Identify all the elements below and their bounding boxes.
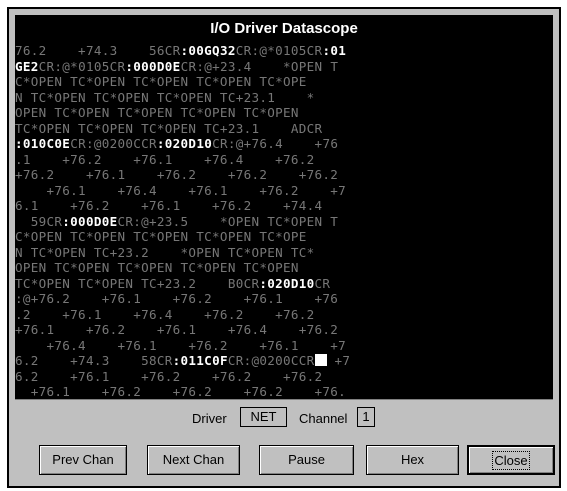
window-title: I/O Driver Datascope (15, 15, 553, 43)
scope-line: 6.1 +76.2 +76.1 +76.2 +74.4 (15, 198, 553, 214)
scope-text: CR (298, 353, 315, 368)
scope-highlight-text: :010C0E (15, 136, 71, 151)
scope-text: +7 (326, 353, 351, 368)
datascope-window: I/O Driver Datascope 76.2 +74.3 56CR:00G… (7, 7, 561, 488)
close-button-label: Close (492, 451, 530, 470)
scope-text: OPEN TC*OPEN TC*OPEN TC*OPEN TC*OPEN (15, 105, 299, 120)
scope-line: C*OPEN TC*OPEN TC*OPEN TC*OPEN TC*OPE (15, 74, 553, 90)
scope-text: CR (109, 58, 126, 74)
scope-text: CR (306, 120, 323, 136)
scope-text: TC*OPEN TC*OPEN TC*OPEN TC+23.1 AD (15, 120, 307, 136)
hex-button[interactable]: Hex (366, 445, 459, 475)
scope-text: CR (156, 353, 173, 368)
scope-highlight-text: :000D0E (62, 213, 118, 229)
scope-line: 1 +76.2 +76.1 +76.2 +76.2 + (15, 400, 553, 401)
scope-line: TC*OPEN TC*OPEN TC+23.2 B0CR:020D10CR (15, 276, 553, 292)
scope-line: TC*OPEN TC*OPEN TC*OPEN TC+23.1 ADCR (15, 121, 553, 137)
scope-text: :@+76.2 +76.1 +76.2 +76.1 +76 (15, 291, 339, 306)
scope-text: CR (227, 353, 244, 368)
scope-line: N TC*OPEN TC*OPEN TC*OPEN TC+23.1 * (15, 90, 553, 106)
scope-text: :@*0105 (251, 43, 307, 58)
scope-text: CR (306, 43, 323, 58)
scope-highlight-text: GE2 (15, 58, 39, 74)
scope-line: OPEN TC*OPEN TC*OPEN TC*OPEN TC*OPEN (15, 105, 553, 121)
scope-line: C*OPEN TC*OPEN TC*OPEN TC*OPEN TC*OPE (15, 229, 553, 245)
scope-text: N TC*OPEN TC*OPEN TC*OPEN TC+23.1 * (15, 89, 315, 105)
scope-line: .2 +76.1 +76.4 +76.2 +76.2 (15, 307, 553, 323)
scope-text: 59 (15, 213, 47, 229)
prev-chan-button[interactable]: Prev Chan (39, 445, 127, 475)
scope-line: 76.2 +74.3 56CR:00GQ32CR:@*0105CR:01 (15, 43, 553, 59)
scope-text: CR (117, 213, 134, 229)
scope-line: 6.2 +74.3 58CR:011C0FCR:@0200CCR +7 (15, 353, 553, 369)
scope-text: 1 +76.2 +76.1 +76.2 +76.2 + (15, 400, 346, 401)
scope-text: :@*0105 (54, 58, 110, 74)
scope-text: .1 +76.2 +76.1 +76.4 +76.2 (15, 151, 315, 167)
scope-line: N TC*OPEN TC+23.2 *OPEN TC*OPEN TC* (15, 245, 553, 261)
scope-text: CR (235, 43, 252, 58)
scope-text: 6.2 +74.3 58 (15, 353, 157, 368)
scope-text: CR (141, 136, 157, 151)
cursor-block (314, 354, 327, 366)
scope-highlight-text: :00GQ32 (180, 43, 236, 58)
channel-label: Channel (299, 411, 348, 426)
driver-value: NET (240, 407, 287, 427)
scope-line: +76.4 +76.1 +76.2 +76.1 +7 (15, 338, 553, 354)
scope-text: 6.2 +76.1 +76.2 +76.2 +76.2 (15, 368, 323, 384)
scope-text: :@+23.5 *OPEN TC*OPEN T (133, 213, 339, 229)
scope-text: +76.1 +76.2 +76.2 +76.2 +76. (15, 384, 347, 399)
scope-line: 59CR:000D0ECR:@+23.5 *OPEN TC*OPEN T (15, 214, 553, 230)
scope-text: CR (314, 275, 331, 291)
scope-line: +76.2 +76.1 +76.2 +76.2 +76.2 (15, 167, 553, 183)
scope-highlight-text: :020D10 (259, 275, 315, 291)
scope-text: .2 +76.1 +76.4 +76.2 +76.2 (15, 306, 315, 322)
scope-line: +76.1 +76.2 +76.2 +76.2 +76. (15, 384, 553, 399)
scope-text: :@0200C (85, 136, 142, 151)
scope-line: +76.1 +76.2 +76.1 +76.4 +76.2 (15, 322, 553, 338)
scope-text: TC*OPEN TC*OPEN TC+23.2 B0 (15, 275, 244, 291)
scope-highlight-text: :000D0E (125, 58, 181, 74)
next-chan-button[interactable]: Next Chan (147, 445, 240, 475)
status-row: Driver NET Channel 1 (9, 407, 559, 429)
scope-text: +76.2 +76.1 +76.2 +76.2 +76.2 (15, 167, 339, 182)
scope-highlight-text: :011C0F (172, 353, 228, 368)
scope-text: CR (212, 136, 228, 151)
scope-text: 6.1 +76.2 +76.1 +76.2 +74.4 (15, 198, 323, 213)
scope-text: N TC*OPEN TC+23.2 *OPEN TC*OPEN TC* (15, 244, 315, 260)
scope-text: :@+23.4 *OPEN T (196, 58, 339, 74)
scope-highlight-text: :01 (322, 43, 347, 58)
scope-text: :@0200C (243, 353, 299, 368)
channel-value: 1 (357, 407, 375, 427)
scope-text: 76.2 +74.3 56 (15, 43, 165, 58)
scope-text: CR (180, 58, 197, 74)
scope-highlight-text: :020D10 (156, 136, 213, 151)
scope-text: CR (38, 58, 55, 74)
scope-text: C*OPEN TC*OPEN TC*OPEN TC*OPEN TC*OPE (15, 74, 307, 89)
pause-button[interactable]: Pause (259, 445, 354, 475)
scope-line: OPEN TC*OPEN TC*OPEN TC*OPEN TC*OPEN (15, 260, 553, 276)
scope-text: C*OPEN TC*OPEN TC*OPEN TC*OPEN TC*OPE (15, 229, 307, 244)
scope-line: +76.1 +76.4 +76.1 +76.2 +7 (15, 183, 553, 199)
scope-text: +76.1 +76.2 +76.1 +76.4 +76.2 (15, 322, 339, 337)
scope-line: :@+76.2 +76.1 +76.2 +76.1 +76 (15, 291, 553, 307)
scope-line: GE2CR:@*0105CR:000D0ECR:@+23.4 *OPEN T (15, 59, 553, 75)
scope-text: +76.1 +76.4 +76.1 +76.2 +7 (15, 182, 347, 198)
scope-text: CR (46, 213, 63, 229)
scope-line: .1 +76.2 +76.1 +76.4 +76.2 (15, 152, 553, 168)
scope-text: +76.4 +76.1 +76.2 +76.1 +7 (15, 337, 347, 353)
scope-text: CR (164, 43, 181, 58)
close-button[interactable]: Close (467, 445, 555, 475)
scope-line: 6.2 +76.1 +76.2 +76.2 +76.2 (15, 369, 553, 385)
scope-line: :010C0ECR:@0200CCR:020D10CR:@+76.4 +76 (15, 136, 553, 152)
scope-text: :@+76.4 +76 (227, 136, 339, 151)
scope-text: CR (70, 136, 86, 151)
driver-label: Driver (192, 411, 227, 426)
data-display: 76.2 +74.3 56CR:00GQ32CR:@*0105CR:01 GE2C… (15, 43, 553, 400)
scope-text: CR (243, 275, 260, 291)
scope-text: OPEN TC*OPEN TC*OPEN TC*OPEN TC*OPEN (15, 260, 299, 275)
